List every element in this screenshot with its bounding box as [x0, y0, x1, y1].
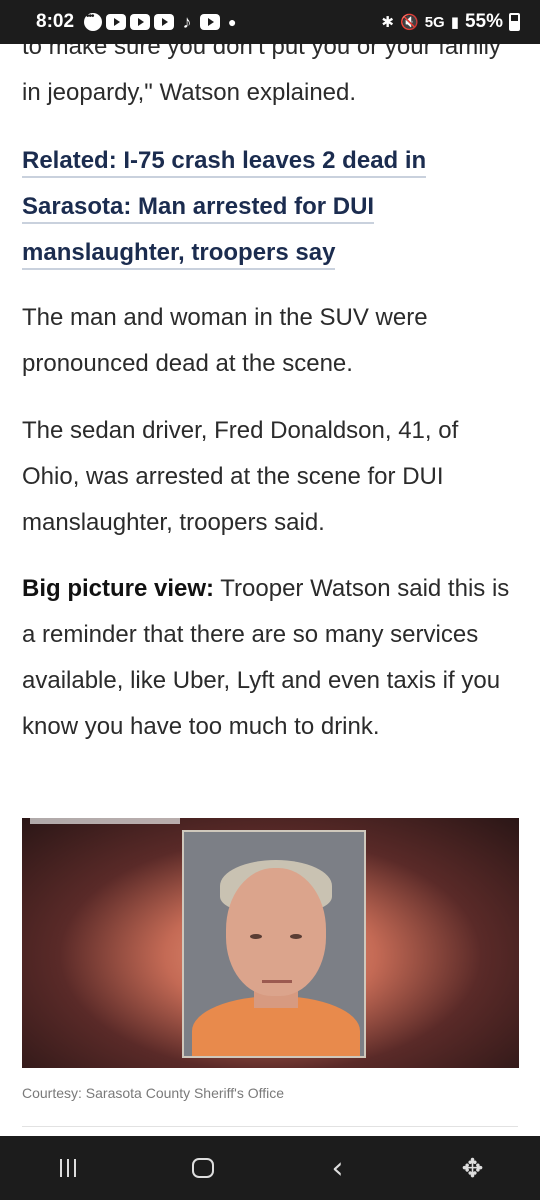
related-link-text[interactable]: Related: I-75 crash leaves 2 dead in — [22, 147, 427, 178]
status-bar: 8:02 ♪ ● ✱ 🔇 5G ▮ 55% — [0, 0, 540, 44]
mouth — [262, 980, 292, 983]
back-button[interactable]: ‹ — [308, 1144, 368, 1192]
more-notifications-icon: ● — [228, 14, 237, 30]
accessibility-button[interactable]: ✥ — [443, 1144, 503, 1192]
related-link-text[interactable]: manslaughter, troopers say — [22, 239, 336, 270]
recent-apps-icon — [59, 1159, 76, 1177]
accessibility-icon: ✥ — [461, 1152, 484, 1183]
bluetooth-icon: ✱ — [381, 14, 394, 31]
youtube-notification-icon — [130, 14, 151, 30]
photo-credit: Courtesy: Sarasota County Sheriff's Offi… — [22, 1085, 285, 1101]
battery-icon — [509, 13, 520, 31]
paragraph-lead-in: Big picture view: — [22, 575, 215, 602]
photo-watermark — [30, 818, 180, 824]
chat-notification-icon — [84, 11, 103, 31]
signal-icon: ▮ — [450, 14, 459, 31]
home-button[interactable] — [173, 1144, 233, 1192]
recent-apps-button[interactable] — [38, 1144, 98, 1192]
article-paragraph: The sedan driver, Fred Donaldson, 41, of… — [22, 417, 459, 536]
divider — [22, 1126, 518, 1127]
article-photo[interactable] — [22, 818, 519, 1068]
system-icons: ✱ 🔇 5G ▮ 55% — [381, 11, 520, 33]
article-paragraph: The man and woman in the SUV were pronou… — [22, 304, 428, 377]
mugshot-image — [182, 830, 366, 1058]
notification-icons: ♪ ● — [84, 11, 237, 33]
eye — [250, 934, 262, 939]
tiktok-notification-icon: ♪ — [182, 11, 192, 32]
battery-percent: 55% — [464, 11, 503, 32]
network-type-label: 5G — [424, 13, 445, 31]
mute-icon: 🔇 — [400, 14, 419, 31]
related-link-text[interactable]: Sarasota: Man arrested for DUI — [22, 193, 375, 224]
face — [226, 868, 326, 996]
home-icon — [191, 1158, 214, 1178]
youtube-notification-icon — [154, 14, 175, 30]
youtube-notification-icon — [106, 14, 127, 30]
related-article-link[interactable]: Related: I-75 crash leaves 2 dead in Sar… — [22, 138, 520, 276]
system-navigation-bar: ‹ ✥ — [0, 1136, 540, 1200]
youtube-notification-icon — [200, 14, 221, 30]
back-icon: ‹ — [331, 1150, 344, 1186]
clock: 8:02 — [36, 11, 75, 32]
article-paragraph: Big picture view: Trooper Watson said th… — [22, 566, 520, 750]
eye — [290, 934, 302, 939]
